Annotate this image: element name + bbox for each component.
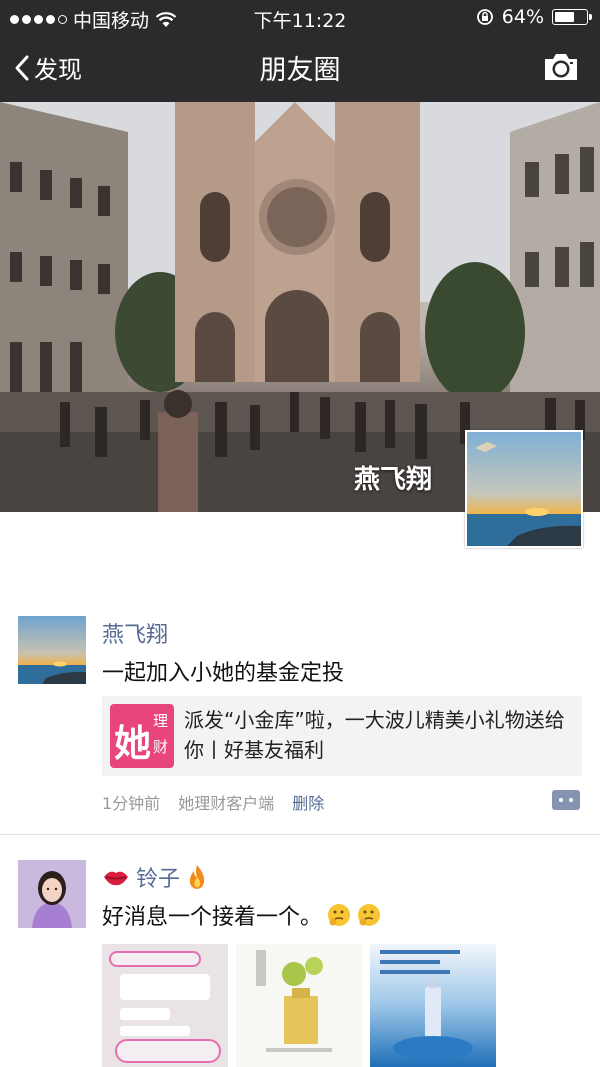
logo-character-small: 理 xyxy=(153,712,169,730)
sunset-avatar-image xyxy=(18,616,86,684)
post-meta: 1分钟前 她理财客户端 删除 xyxy=(102,790,324,814)
rotation-lock-icon xyxy=(476,9,493,25)
post-source: 她理财客户端 xyxy=(178,794,275,813)
camera-button[interactable] xyxy=(542,52,580,86)
post-avatar[interactable] xyxy=(18,616,86,684)
shared-link-title: 派发“小金库”啦，一大波儿精美小礼物送给你丨好基友福利 xyxy=(184,708,565,762)
battery-percent: 64% xyxy=(501,6,544,28)
post-author-name[interactable]: 铃子 xyxy=(102,861,208,893)
page-title: 朋友圈 xyxy=(259,55,341,86)
shared-link-card[interactable]: 她 理 财 派发“小金库”啦，一大波儿精美小礼物送给你丨好基友福利 xyxy=(102,696,582,776)
post-divider xyxy=(0,834,600,835)
lips-emoji-icon xyxy=(104,871,128,886)
post-image-thumbnail[interactable] xyxy=(102,944,228,1067)
chat-screenshot-image xyxy=(102,944,228,1067)
post-text: 一起加入小她的基金定投 xyxy=(102,661,345,686)
girl-portrait-image xyxy=(18,860,86,928)
product-ad-image xyxy=(236,944,362,1067)
status-bar: 中国移动 下午11:22 64% xyxy=(0,0,600,34)
post-image-thumbnail[interactable] xyxy=(370,944,496,1067)
post-text: 好消息一个接着一个。 xyxy=(102,899,382,931)
battery-icon xyxy=(552,9,592,25)
sunset-avatar-image xyxy=(467,432,581,546)
comment-menu-button[interactable] xyxy=(552,790,580,810)
post-avatar[interactable] xyxy=(18,860,86,928)
logo-character: 她 xyxy=(114,722,151,765)
app-logo: 她 理 财 xyxy=(110,704,174,768)
profile-avatar[interactable] xyxy=(465,430,583,548)
thinking-emoji-icon xyxy=(328,904,351,926)
battery-fill xyxy=(555,12,574,22)
author-name-text: 铃子 xyxy=(136,867,181,892)
delete-button[interactable]: 删除 xyxy=(292,790,324,814)
cover-owner-name: 燕飞翔 xyxy=(353,465,432,495)
post-image-thumbnail[interactable] xyxy=(236,944,362,1067)
post-author-name[interactable]: 燕飞翔 xyxy=(102,617,168,649)
camera-icon xyxy=(545,54,577,80)
post-text-content: 好消息一个接着一个。 xyxy=(102,905,323,930)
navigation-bar: 发现 朋友圈 xyxy=(0,34,600,102)
thinking-emoji-icon xyxy=(358,904,381,926)
logo-character-small: 财 xyxy=(153,738,169,756)
status-right: 64% xyxy=(476,6,592,28)
post-timestamp: 1分钟前 xyxy=(102,794,161,813)
fire-emoji-icon xyxy=(189,865,205,889)
skincare-ad-image xyxy=(370,944,496,1067)
